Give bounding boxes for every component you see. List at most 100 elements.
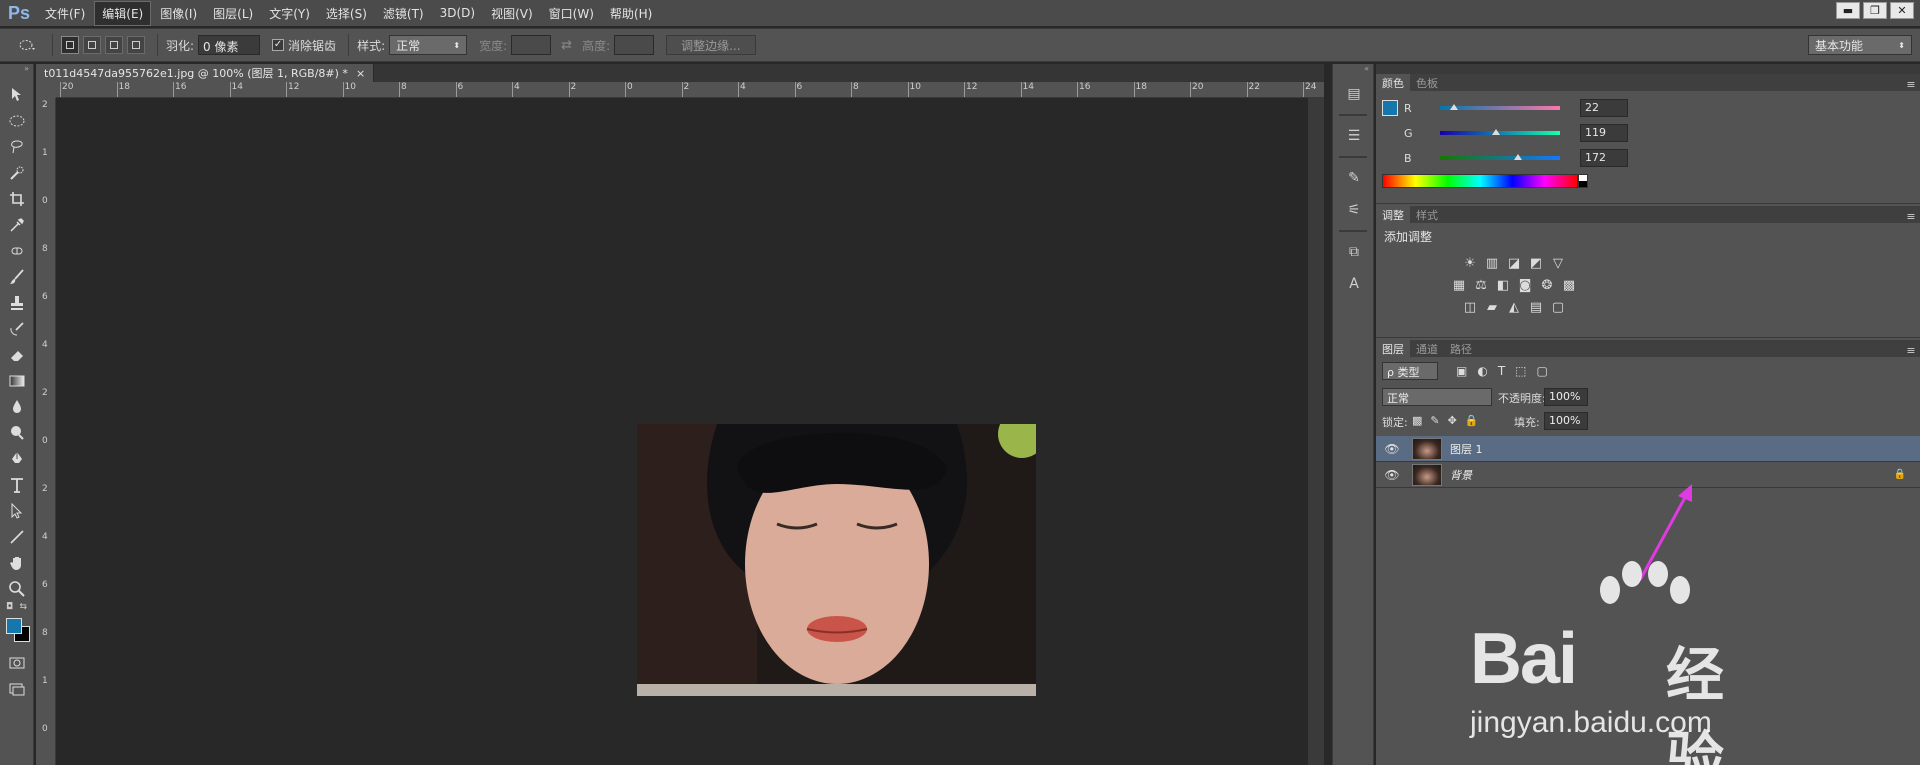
lock-all-icon[interactable]: 🔒 [1465, 414, 1479, 427]
panel-menu-icon[interactable]: ≡ [1902, 344, 1920, 357]
visibility-eye-icon[interactable]: 👁 [1382, 468, 1402, 482]
exposure-icon[interactable]: ◩ [1528, 255, 1544, 271]
color-lookup-icon[interactable]: ▩ [1561, 277, 1577, 293]
panel-menu-icon[interactable]: ≡ [1902, 210, 1920, 223]
menu-filter[interactable]: 滤镜(T) [376, 2, 431, 25]
lock-position-icon[interactable]: ✥ [1448, 414, 1457, 427]
document-image[interactable] [637, 424, 1036, 696]
clone-source-icon[interactable]: ⧉ [1333, 236, 1375, 268]
layer-name[interactable]: 背景 [1450, 467, 1472, 483]
hue-saturation-icon[interactable]: ▦ [1451, 277, 1467, 293]
tab-color[interactable]: 颜色 [1376, 74, 1410, 91]
path-selection-tool-icon[interactable] [0, 498, 34, 524]
horizontal-ruler[interactable]: 2018161412108642024681012141618202224262… [56, 82, 1324, 98]
menu-file[interactable]: 文件(F) [38, 2, 92, 25]
feather-input[interactable]: 0 像素 [198, 35, 261, 55]
menu-edit[interactable]: 编辑(E) [94, 0, 152, 26]
collapse-arrows-icon[interactable]: « [1333, 64, 1373, 78]
minimize-button[interactable]: ▬ [1836, 2, 1860, 19]
width-input[interactable] [511, 35, 552, 55]
move-tool-icon[interactable] [0, 82, 34, 108]
red-slider-thumb[interactable] [1450, 104, 1458, 110]
history-panel-icon[interactable]: ▤ [1333, 78, 1375, 110]
red-value-input[interactable]: 22 [1580, 99, 1628, 117]
close-tab-icon[interactable]: × [356, 67, 365, 80]
marquee-tool-icon[interactable] [0, 108, 34, 134]
zoom-tool-icon[interactable] [0, 576, 34, 602]
visibility-eye-icon[interactable]: 👁 [1382, 442, 1402, 456]
red-slider-track[interactable] [1440, 106, 1560, 110]
vibrance-icon[interactable]: ▽ [1550, 255, 1566, 271]
gradient-map-icon[interactable]: ▤ [1528, 299, 1544, 315]
threshold-icon[interactable]: ◭ [1506, 299, 1522, 315]
vertical-ruler[interactable]: 21086420246810 [36, 98, 56, 765]
menu-help[interactable]: 帮助(H) [603, 2, 659, 25]
tab-styles[interactable]: 样式 [1410, 206, 1444, 223]
green-value-input[interactable]: 119 [1580, 124, 1628, 142]
elliptical-marquee-preset-icon[interactable] [10, 32, 44, 58]
type-tool-icon[interactable] [0, 472, 34, 498]
gradient-tool-icon[interactable] [0, 368, 34, 394]
lasso-tool-icon[interactable] [0, 134, 34, 160]
type-filter-icon[interactable]: T [1498, 364, 1505, 378]
quick-selection-tool-icon[interactable] [0, 160, 34, 186]
lock-transparent-icon[interactable]: ▩ [1412, 414, 1422, 427]
tab-paths[interactable]: 路径 [1444, 340, 1478, 357]
black-white-chips[interactable] [1578, 174, 1588, 188]
intersect-selection-button[interactable] [127, 36, 145, 54]
dodge-tool-icon[interactable] [0, 420, 34, 446]
menu-type[interactable]: 文字(Y) [262, 2, 317, 25]
shape-filter-icon[interactable]: ⬚ [1515, 364, 1526, 378]
panel-menu-icon[interactable]: ≡ [1902, 78, 1920, 91]
document-tab[interactable]: t011d4547da955762e1.jpg @ 100% (图层 1, RG… [36, 64, 375, 82]
close-button[interactable]: ✕ [1890, 2, 1914, 19]
posterize-icon[interactable]: ▰ [1484, 299, 1500, 315]
clone-stamp-tool-icon[interactable] [0, 290, 34, 316]
smart-object-filter-icon[interactable]: ▢ [1537, 364, 1548, 378]
eraser-tool-icon[interactable] [0, 342, 34, 368]
screen-mode-icon[interactable] [0, 676, 34, 702]
curves-icon[interactable]: ◪ [1506, 255, 1522, 271]
brightness-contrast-icon[interactable]: ☀ [1462, 255, 1478, 271]
height-input[interactable] [614, 35, 655, 55]
quick-mask-icon[interactable] [0, 650, 34, 676]
canvas-area[interactable] [56, 98, 1308, 765]
layer-row[interactable]: 👁 图层 1 [1376, 436, 1920, 462]
eyedropper-tool-icon[interactable] [0, 212, 34, 238]
brush-presets-icon[interactable]: ⚟ [1333, 194, 1375, 226]
lock-image-icon[interactable]: ✎ [1430, 414, 1439, 427]
green-slider-thumb[interactable] [1492, 129, 1500, 135]
blue-slider-thumb[interactable] [1514, 154, 1522, 160]
blend-mode-select[interactable]: 正常 [1382, 388, 1492, 406]
line-tool-icon[interactable] [0, 524, 34, 550]
character-panel-icon[interactable]: A [1333, 268, 1375, 300]
blue-slider-track[interactable] [1440, 156, 1560, 160]
foreground-color-swatch[interactable] [6, 618, 22, 634]
ruler-origin[interactable] [36, 82, 56, 98]
menu-view[interactable]: 视图(V) [484, 2, 540, 25]
healing-brush-tool-icon[interactable] [0, 238, 34, 264]
menu-select[interactable]: 选择(S) [319, 2, 374, 25]
pixel-filter-icon[interactable]: ▣ [1456, 364, 1467, 378]
subtract-selection-button[interactable] [105, 36, 123, 54]
swap-arrows-icon[interactable]: ⇄ [561, 38, 572, 53]
pen-tool-icon[interactable] [0, 446, 34, 472]
layer-filter-select[interactable]: ρ 类型 [1382, 362, 1438, 380]
swap-colors-icon[interactable]: ◘ ⇆ [0, 602, 33, 612]
tab-layers[interactable]: 图层 [1376, 340, 1410, 357]
blue-value-input[interactable]: 172 [1580, 149, 1628, 167]
adjustment-filter-icon[interactable]: ◐ [1477, 364, 1487, 378]
add-selection-button[interactable] [83, 36, 101, 54]
menu-image[interactable]: 图像(I) [153, 2, 204, 25]
fill-input[interactable]: 100% [1544, 412, 1588, 430]
channel-mixer-icon[interactable]: ❂ [1539, 277, 1555, 293]
brush-tool-icon[interactable] [0, 264, 34, 290]
color-swatches[interactable] [0, 616, 34, 650]
brush-panel-icon[interactable]: ✎ [1333, 162, 1375, 194]
black-white-icon[interactable]: ◧ [1495, 277, 1511, 293]
green-slider-track[interactable] [1440, 131, 1560, 135]
properties-panel-icon[interactable]: ☰ [1333, 120, 1375, 152]
layer-name[interactable]: 图层 1 [1450, 441, 1483, 457]
collapse-arrows-icon[interactable]: » [0, 64, 33, 82]
style-select[interactable]: 正常 ⬍ [389, 35, 468, 55]
